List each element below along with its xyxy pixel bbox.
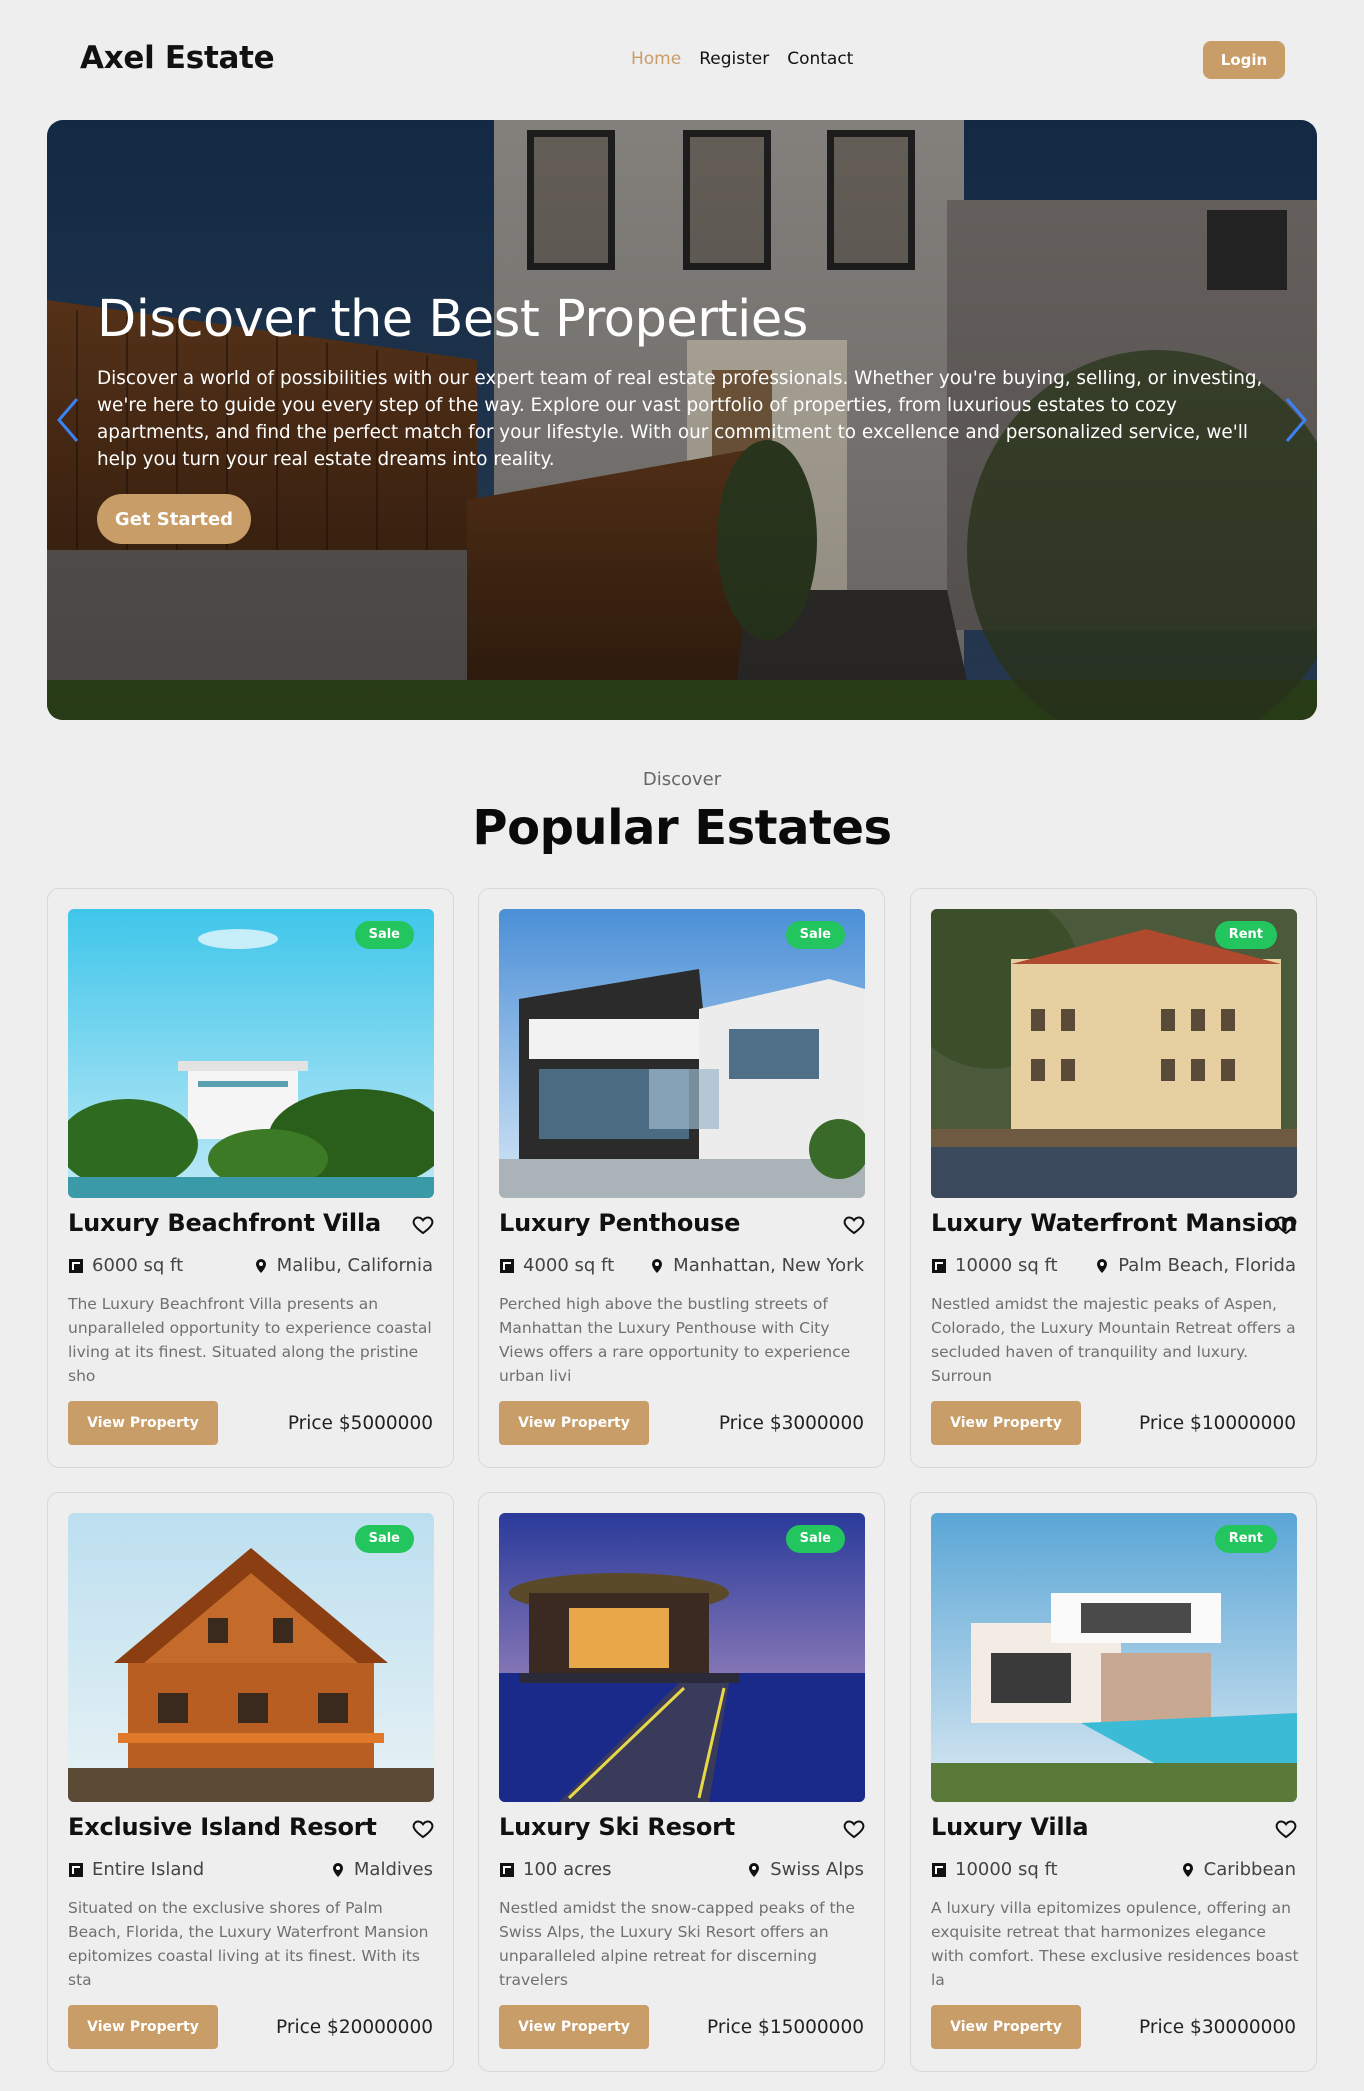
property-price: Price $30000000 bbox=[1139, 2017, 1296, 2038]
property-card: Sale Luxury Ski Resort 100 acres Swiss A… bbox=[478, 1492, 885, 2072]
view-property-button[interactable]: View Property bbox=[499, 2005, 649, 2049]
area-icon bbox=[500, 1258, 514, 1273]
property-area: 10000 sq ft bbox=[931, 1255, 1058, 1276]
area-icon bbox=[69, 1862, 83, 1877]
property-description: The Luxury Beachfront Villa presents an … bbox=[68, 1295, 432, 1385]
property-location: Swiss Alps bbox=[746, 1859, 864, 1880]
heart-icon[interactable] bbox=[1274, 1213, 1298, 1237]
status-badge: Sale bbox=[785, 1525, 845, 1553]
property-price: Price $3000000 bbox=[718, 1413, 864, 1434]
area-icon bbox=[500, 1862, 514, 1877]
brand-logo[interactable]: Axel Estate bbox=[80, 40, 275, 76]
property-price: Price $15000000 bbox=[707, 2017, 864, 2038]
nav-link-register[interactable]: Register bbox=[699, 49, 769, 69]
area-icon bbox=[932, 1258, 946, 1273]
property-image: Sale bbox=[68, 1513, 434, 1802]
area-icon bbox=[932, 1862, 946, 1877]
nav-link-contact[interactable]: Contact bbox=[787, 49, 853, 69]
property-card: Rent Luxury Villa 10000 sq ft Caribbean … bbox=[910, 1492, 1317, 2072]
chevron-right-icon[interactable] bbox=[1281, 395, 1311, 445]
location-pin-icon bbox=[652, 1258, 663, 1273]
view-property-button[interactable]: View Property bbox=[499, 1401, 649, 1445]
property-card: Sale Luxury Beachfront Villa 6000 sq ft … bbox=[47, 888, 454, 1468]
section-title: Popular Estates bbox=[472, 800, 892, 856]
hero-banner: Discover the Best Properties Discover a … bbox=[47, 120, 1317, 720]
status-badge: Rent bbox=[1214, 1525, 1277, 1553]
property-description: Nestled amidst the majestic peaks of Asp… bbox=[931, 1295, 1296, 1385]
area-value: 10000 sq ft bbox=[955, 1255, 1058, 1276]
property-image: Sale bbox=[499, 1513, 865, 1802]
property-location: Caribbean bbox=[1180, 1859, 1296, 1880]
location-pin-icon bbox=[1182, 1862, 1193, 1877]
heart-icon[interactable] bbox=[842, 1817, 866, 1841]
heart-icon[interactable] bbox=[1274, 1817, 1298, 1841]
heart-icon[interactable] bbox=[411, 1817, 435, 1841]
property-card: Rent Luxury Waterfront Mansion 10000 sq … bbox=[910, 888, 1317, 1468]
property-area: 100 acres bbox=[499, 1859, 611, 1880]
property-image: Sale bbox=[68, 909, 434, 1198]
property-price: Price $5000000 bbox=[287, 1413, 433, 1434]
nav-link-home[interactable]: Home bbox=[631, 49, 681, 69]
property-card: Sale Luxury Penthouse 4000 sq ft Manhatt… bbox=[478, 888, 885, 1468]
area-value: 100 acres bbox=[523, 1859, 612, 1880]
location-pin-icon bbox=[1097, 1258, 1108, 1273]
view-property-button[interactable]: View Property bbox=[931, 1401, 1081, 1445]
area-value: 4000 sq ft bbox=[523, 1255, 615, 1276]
property-location: Manhattan, New York bbox=[649, 1255, 864, 1276]
view-property-button[interactable]: View Property bbox=[931, 2005, 1081, 2049]
property-area: Entire Island bbox=[68, 1859, 204, 1880]
status-badge: Sale bbox=[785, 921, 845, 949]
status-badge: Rent bbox=[1214, 921, 1277, 949]
location-value: Malibu, California bbox=[276, 1255, 433, 1276]
view-property-button[interactable]: View Property bbox=[68, 1401, 218, 1445]
login-button[interactable]: Login bbox=[1203, 41, 1285, 79]
heart-icon[interactable] bbox=[842, 1213, 866, 1237]
location-value: Swiss Alps bbox=[770, 1859, 864, 1880]
property-price: Price $20000000 bbox=[276, 2017, 433, 2038]
view-property-button[interactable]: View Property bbox=[68, 2005, 218, 2049]
property-description: Situated on the exclusive shores of Palm… bbox=[68, 1899, 429, 1989]
property-title[interactable]: Luxury Beachfront Villa bbox=[68, 1209, 381, 1237]
nav-links: Home Register Contact bbox=[631, 49, 853, 69]
area-value: 6000 sq ft bbox=[92, 1255, 184, 1276]
property-image: Rent bbox=[931, 909, 1297, 1198]
property-description: Nestled amidst the snow-capped peaks of … bbox=[499, 1899, 855, 1989]
location-value: Manhattan, New York bbox=[673, 1255, 864, 1276]
chevron-left-icon[interactable] bbox=[53, 395, 83, 445]
status-badge: Sale bbox=[354, 1525, 414, 1553]
property-title[interactable]: Luxury Waterfront Mansion bbox=[931, 1209, 1297, 1237]
heart-icon[interactable] bbox=[411, 1213, 435, 1237]
property-description: A luxury villa epitomizes opulence, offe… bbox=[931, 1899, 1299, 1989]
hero-title: Discover the Best Properties bbox=[97, 290, 808, 349]
get-started-button[interactable]: Get Started bbox=[97, 494, 251, 544]
property-price: Price $10000000 bbox=[1139, 1413, 1296, 1434]
property-card: Sale Exclusive Island Resort Entire Isla… bbox=[47, 1492, 454, 2072]
property-description: Perched high above the bustling streets … bbox=[499, 1295, 851, 1385]
property-location: Maldives bbox=[330, 1859, 433, 1880]
location-value: Maldives bbox=[353, 1859, 433, 1880]
property-location: Malibu, California bbox=[253, 1255, 433, 1276]
property-area: 6000 sq ft bbox=[68, 1255, 183, 1276]
location-pin-icon bbox=[255, 1258, 266, 1273]
property-location: Palm Beach, Florida bbox=[1094, 1255, 1296, 1276]
section-eyebrow: Discover bbox=[642, 769, 722, 790]
property-title[interactable]: Exclusive Island Resort bbox=[68, 1813, 377, 1841]
location-pin-icon bbox=[749, 1862, 760, 1877]
navbar: Axel Estate Home Register Contact Login bbox=[0, 0, 1364, 120]
location-value: Caribbean bbox=[1203, 1859, 1296, 1880]
area-value: Entire Island bbox=[92, 1859, 205, 1880]
property-title[interactable]: Luxury Penthouse bbox=[499, 1209, 740, 1237]
property-area: 4000 sq ft bbox=[499, 1255, 614, 1276]
property-image: Rent bbox=[931, 1513, 1297, 1802]
area-value: 10000 sq ft bbox=[955, 1859, 1058, 1880]
property-title[interactable]: Luxury Ski Resort bbox=[499, 1813, 735, 1841]
property-title[interactable]: Luxury Villa bbox=[931, 1813, 1089, 1841]
area-icon bbox=[69, 1258, 83, 1273]
status-badge: Sale bbox=[354, 921, 414, 949]
hero-description: Discover a world of possibilities with o… bbox=[97, 368, 1263, 470]
property-area: 10000 sq ft bbox=[931, 1859, 1058, 1880]
location-value: Palm Beach, Florida bbox=[1118, 1255, 1296, 1276]
location-pin-icon bbox=[332, 1862, 343, 1877]
property-image: Sale bbox=[499, 909, 865, 1198]
